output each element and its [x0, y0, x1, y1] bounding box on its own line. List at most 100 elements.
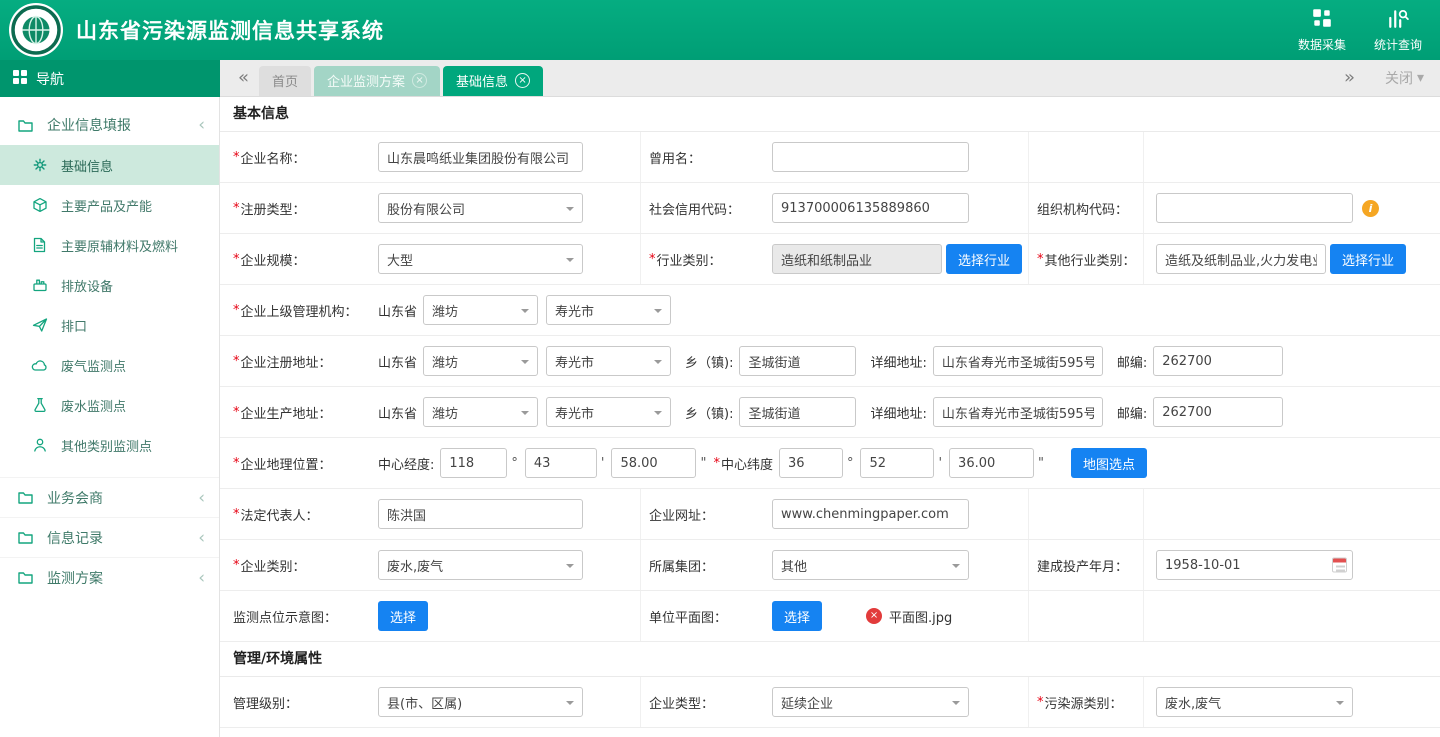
reg-addr-city-select[interactable]: 潍坊 [423, 346, 538, 376]
industry-input[interactable] [772, 244, 942, 274]
tabs-scroll-left-icon[interactable]: « [228, 61, 259, 95]
website-input[interactable] [772, 499, 969, 529]
longitude-deg-input[interactable] [440, 448, 507, 478]
org-code-input[interactable] [1156, 193, 1353, 223]
sidebar-item-gas-monitor-points[interactable]: 废气监测点 [0, 345, 219, 385]
required-mark: * [233, 252, 240, 267]
nav-grid-icon [13, 70, 27, 88]
sidebar-group-label: 信息记录 [47, 528, 103, 548]
sidebar-item-outlet[interactable]: 排口 [0, 305, 219, 345]
tab-close-icon[interactable]: × [412, 73, 427, 88]
group-select[interactable]: 其他 [772, 550, 969, 580]
sidebar-item-label: 排口 [61, 316, 87, 335]
latitude-sec-input[interactable] [949, 448, 1034, 478]
sidebar-nav: 企业信息填报 ‹ 基础信息 主要产品及产能 [0, 97, 220, 737]
map-pick-button[interactable]: 地图选点 [1071, 448, 1147, 478]
tab-label: 首页 [272, 71, 298, 90]
delete-file-icon[interactable]: × [866, 608, 882, 624]
legal-rep-label: 法定代表人： [241, 505, 319, 524]
mgmt-level-select[interactable]: 县(市、区属) [378, 687, 583, 717]
scale-select[interactable]: 大型 [378, 244, 583, 274]
reg-addr-zip-input[interactable] [1153, 346, 1283, 376]
form-row: * 企业规模： 大型 * 行业类别： 选择行业 * [220, 234, 1440, 285]
sidebar-group-label: 监测方案 [47, 568, 103, 588]
stats-query-button[interactable]: 统计查询 [1374, 7, 1422, 53]
sidebar-item-raw-materials[interactable]: 主要原辅材料及燃料 [0, 225, 219, 265]
sidebar-item-main-products[interactable]: 主要产品及产能 [0, 185, 219, 225]
longitude-min-input[interactable] [525, 448, 597, 478]
select-industry-button[interactable]: 选择行业 [946, 244, 1022, 274]
select-other-industry-button[interactable]: 选择行业 [1330, 244, 1406, 274]
tab-strip: « 首页 企业监测方案 × 基础信息 × » 关闭 ▾ [220, 60, 1440, 97]
nav-panel-title: 导航 [36, 69, 64, 89]
category-select[interactable]: 废水,废气 [378, 550, 583, 580]
tab-home[interactable]: 首页 [259, 66, 311, 96]
built-date-input[interactable] [1156, 550, 1353, 580]
sidebar-group-business-consult[interactable]: 业务会商 ‹ [0, 477, 219, 517]
tabs-scroll-right-icon[interactable]: » [1334, 61, 1365, 95]
form-row: * 企业生产地址： 山东省 潍坊 寿光市 乡（镇): 详细地址: 邮编: [220, 387, 1440, 438]
prod-addr-district-select[interactable]: 寿光市 [546, 397, 671, 427]
chevron-left-icon: ‹ [198, 115, 205, 135]
parent-org-city-value: 潍坊 [432, 301, 458, 320]
sidebar-item-label: 基础信息 [61, 156, 113, 175]
former-name-label: 曾用名： [649, 148, 701, 167]
longitude-label: 中心经度: [378, 454, 434, 473]
folder-icon [17, 118, 34, 133]
company-type-select[interactable]: 延续企业 [772, 687, 969, 717]
parent-org-city-select[interactable]: 潍坊 [423, 295, 538, 325]
detail-addr-label: 详细地址: [870, 403, 926, 422]
prod-addr-zip-input[interactable] [1153, 397, 1283, 427]
sidebar-item-other-monitor-points[interactable]: 其他类别监测点 [0, 425, 219, 465]
minute-unit: ' [601, 456, 605, 471]
form-row: 管理级别： 县(市、区属) 企业类型： 延续企业 * 污染源 [220, 677, 1440, 728]
reg-addr-district-select[interactable]: 寿光市 [546, 346, 671, 376]
register-type-select[interactable]: 股份有限公司 [378, 193, 583, 223]
tab-enterprise-monitor-plan[interactable]: 企业监测方案 × [314, 66, 440, 96]
register-type-value: 股份有限公司 [387, 199, 465, 218]
prod-addr-city-select[interactable]: 潍坊 [423, 397, 538, 427]
longitude-sec-input[interactable] [611, 448, 696, 478]
chevron-left-icon: ‹ [198, 528, 205, 548]
required-mark: * [1037, 252, 1044, 267]
info-icon[interactable]: i [1362, 200, 1379, 217]
latitude-deg-input[interactable] [779, 448, 843, 478]
sidebar-group-enterprise-info[interactable]: 企业信息填报 ‹ [0, 105, 219, 145]
prod-addr-district-value: 寿光市 [555, 403, 594, 422]
tab-close-icon[interactable]: × [515, 73, 530, 88]
sidebar-item-water-monitor-points[interactable]: 废水监测点 [0, 385, 219, 425]
monitor-sketch-select-button[interactable]: 选择 [378, 601, 428, 631]
required-mark: * [233, 558, 240, 573]
reg-addr-town-input[interactable] [739, 346, 856, 376]
company-name-input[interactable] [378, 142, 583, 172]
app-title: 山东省污染源监测信息共享系统 [76, 15, 384, 45]
parent-org-district-select[interactable]: 寿光市 [546, 295, 671, 325]
group-value: 其他 [781, 556, 807, 575]
sidebar-item-emission-equipment[interactable]: 排放设备 [0, 265, 219, 305]
top-header: 山东省污染源监测信息共享系统 数据采集 [0, 0, 1440, 60]
credit-code-input[interactable] [772, 193, 969, 223]
prod-addr-town-input[interactable] [739, 397, 856, 427]
data-collect-button[interactable]: 数据采集 [1298, 7, 1346, 53]
form-row: * 企业名称： 曾用名： [220, 132, 1440, 183]
required-mark: * [649, 252, 656, 267]
sidebar-item-basic-info[interactable]: 基础信息 [0, 145, 219, 185]
pollution-type-select[interactable]: 废水,废气 [1156, 687, 1353, 717]
tab-basic-info[interactable]: 基础信息 × [443, 66, 543, 96]
tab-label: 基础信息 [456, 71, 508, 90]
sidebar-group-info-records[interactable]: 信息记录 ‹ [0, 517, 219, 557]
legal-rep-input[interactable] [378, 499, 583, 529]
folder-icon [17, 570, 34, 585]
other-industry-input[interactable] [1156, 244, 1326, 274]
chevron-left-icon: ‹ [198, 488, 205, 508]
unit-plan-select-button[interactable]: 选择 [772, 601, 822, 631]
former-name-input[interactable] [772, 142, 969, 172]
close-tabs-menu[interactable]: 关闭 ▾ [1385, 68, 1424, 88]
required-mark: * [233, 354, 240, 369]
sidebar-item-label: 废气监测点 [61, 356, 126, 375]
reg-addr-detail-input[interactable] [933, 346, 1103, 376]
prod-addr-detail-input[interactable] [933, 397, 1103, 427]
latitude-min-input[interactable] [860, 448, 934, 478]
sidebar-group-monitor-plan[interactable]: 监测方案 ‹ [0, 557, 219, 597]
calendar-icon[interactable] [1332, 558, 1347, 573]
